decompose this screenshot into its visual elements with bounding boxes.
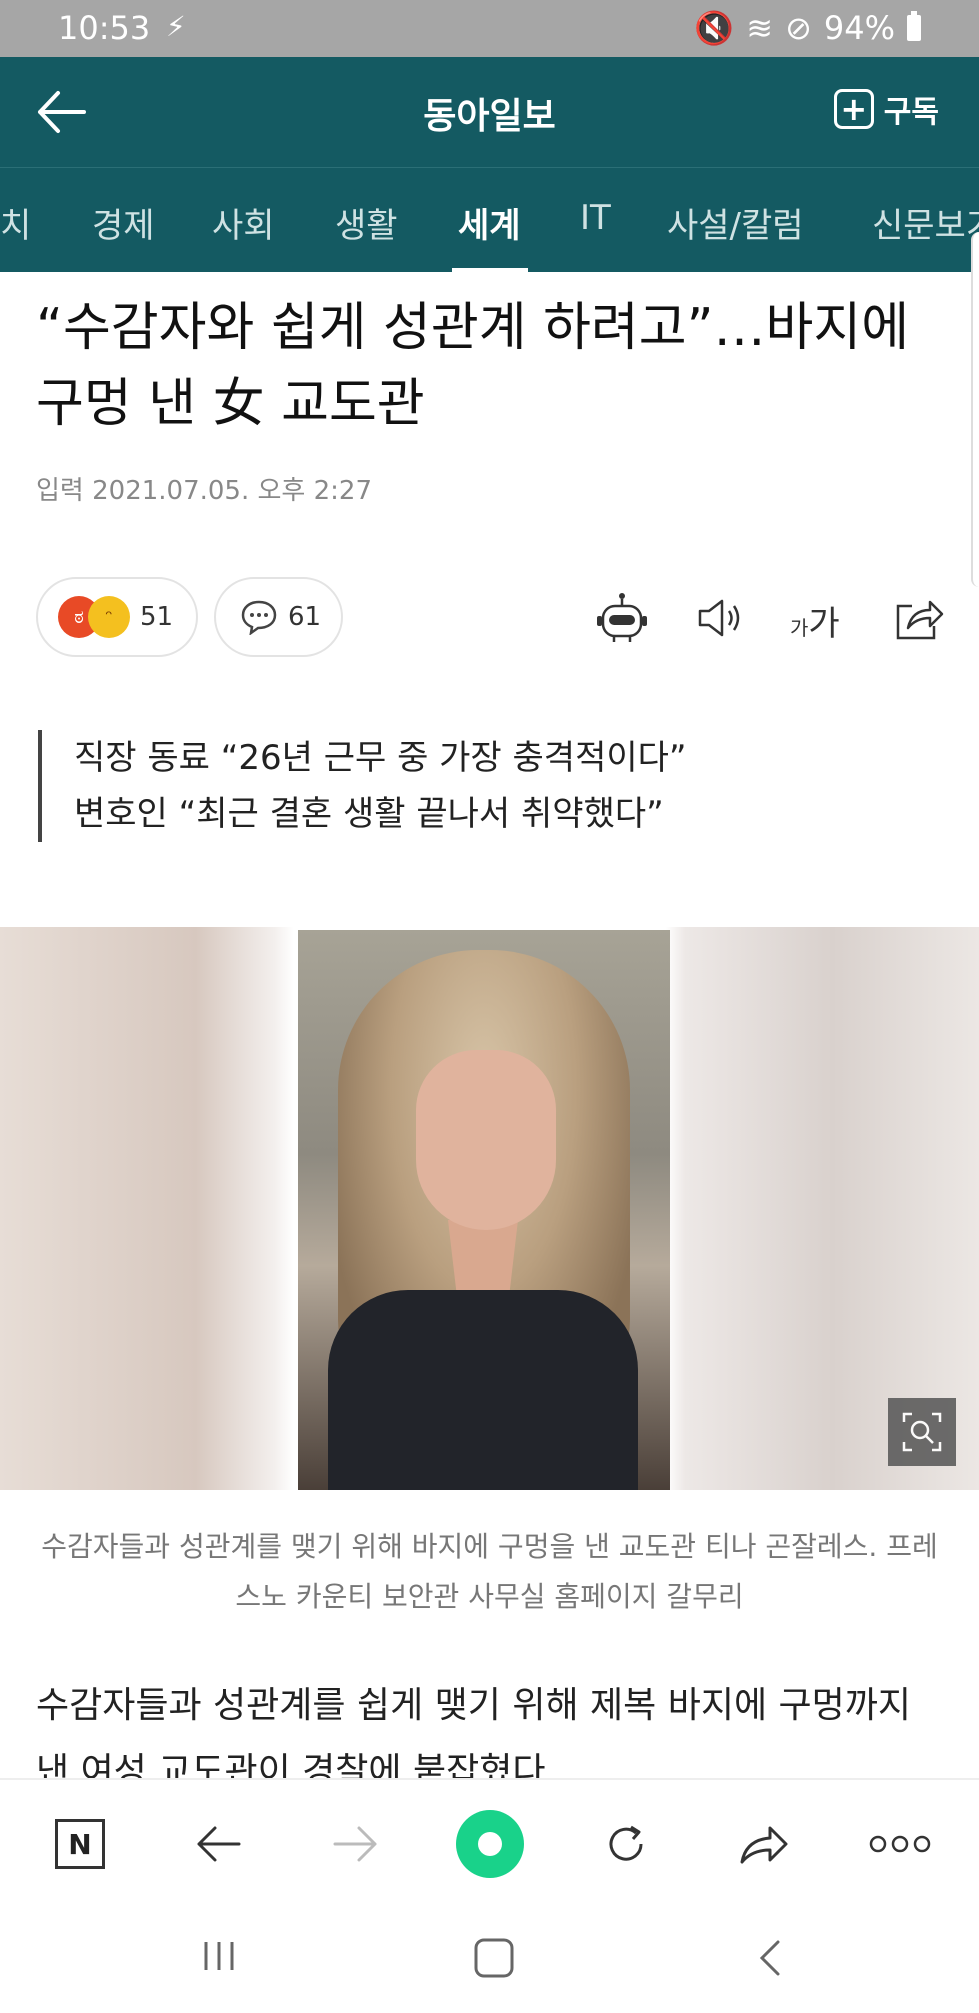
scroll-indicator[interactable] [971, 232, 979, 587]
listen-button[interactable] [692, 590, 748, 646]
browser-forward-button[interactable] [326, 1814, 386, 1874]
tab-world[interactable]: 세계 [458, 198, 521, 247]
wifi-icon: ≋ [746, 9, 774, 47]
home-square-icon [474, 1938, 514, 1978]
battery-level: 94% [823, 9, 895, 47]
plus-icon: + [833, 89, 874, 129]
arrow-left-icon [197, 1826, 241, 1862]
article-photo[interactable] [298, 930, 670, 1490]
browser-toolbar: N [0, 1778, 979, 1908]
browser-home-button[interactable] [456, 1810, 524, 1878]
subtitle-line: 변호인 “최근 결혼 생활 끝나서 취약했다” [74, 794, 664, 834]
summary-bot-button[interactable] [594, 590, 650, 646]
subscribe-button[interactable]: + 구독 [833, 87, 939, 131]
status-bar: 10:53 ⚡ 🔇 ≋ ⊘ 94% [0, 0, 979, 57]
photo-zoom-button[interactable] [888, 1398, 956, 1466]
more-menu-button[interactable] [868, 1814, 932, 1874]
browser-share-button[interactable] [734, 1814, 794, 1874]
laughing-face-icon: ᵔ [88, 596, 130, 638]
photo-caption: 수감자들과 성관계를 맺기 위해 바지에 구멍을 낸 교도관 티나 곤잘레스. … [41, 1530, 938, 1613]
refresh-button[interactable] [596, 1814, 656, 1874]
comment-button[interactable]: 61 [214, 577, 343, 657]
app-bar: 동아일보 + 구독 [0, 57, 979, 167]
naver-n-icon: N [55, 1819, 105, 1869]
home-button[interactable] [472, 1936, 516, 1984]
article-subtitle: 직장 동료 “26년 근무 중 가장 충격적이다” 변호인 “최근 결혼 생활 … [38, 730, 687, 842]
app-title: 동아일보 [423, 96, 556, 137]
photo-face [416, 1050, 556, 1230]
category-tabs: 치 경제 사회 생활 세계 IT 사설/칼럼 신문보기 [0, 167, 979, 272]
tab-it[interactable]: IT [580, 198, 611, 238]
recent-apps-button[interactable] [200, 1936, 240, 1980]
subtitle-line: 직장 동료 “26년 근무 중 가장 충격적이다” [74, 738, 687, 778]
recent-apps-icon [204, 1942, 234, 1970]
photo-clothing [328, 1290, 638, 1490]
zoom-icon [902, 1412, 942, 1452]
naver-button[interactable]: N [50, 1814, 110, 1874]
comment-count: 61 [288, 602, 322, 632]
notification-icon: ⚡ [166, 10, 186, 43]
status-icons: 🔇 ≋ ⊘ 94% [694, 9, 921, 47]
battery-icon [907, 11, 921, 41]
share-button[interactable] [890, 590, 946, 646]
article-headline: “수감자와 쉽게 성관계 하려고”…바지에 구멍 낸 女 교도관 [36, 298, 910, 434]
font-size-large-label: 가 [808, 604, 840, 644]
comment-icon [241, 600, 277, 635]
font-size-small-label: 가 [790, 616, 809, 640]
tab-politics[interactable]: 치 [0, 198, 31, 247]
subscribe-label: 구독 [883, 95, 939, 130]
refresh-icon [609, 1825, 643, 1861]
share-icon [896, 600, 944, 640]
green-dot-icon [456, 1810, 524, 1878]
status-time: 10:53 [58, 9, 151, 47]
mute-icon: 🔇 [694, 9, 735, 47]
system-back-button[interactable] [752, 1936, 792, 1984]
reaction-button[interactable]: ಠ ᵔ 51 [36, 577, 198, 657]
active-tab-indicator [452, 268, 528, 272]
tab-economy[interactable]: 경제 [92, 198, 155, 247]
chevron-left-icon [759, 1940, 780, 1976]
reaction-count: 51 [140, 602, 174, 632]
font-size-button[interactable]: 가가 [790, 596, 840, 645]
tab-newspaper[interactable]: 신문보기 [872, 198, 979, 247]
tab-opinion[interactable]: 사설/칼럼 [667, 198, 804, 247]
robot-icon [597, 593, 647, 642]
arrow-right-icon [333, 1826, 377, 1862]
tab-society[interactable]: 사회 [212, 198, 275, 247]
system-nav-bar [0, 1906, 979, 2013]
speaker-icon [698, 599, 740, 637]
do-not-disturb-icon: ⊘ [785, 9, 812, 47]
browser-back-button[interactable] [188, 1814, 248, 1874]
article-date: 입력 2021.07.05. 오후 2:27 [36, 476, 372, 506]
forward-share-icon [740, 1826, 788, 1864]
more-dots-icon [869, 1835, 931, 1853]
article-body: 수감자들과 성관계를 쉽게 맺기 위해 제복 바지에 구멍까지 낸 여성 교도관… [36, 1685, 911, 1783]
tab-life[interactable]: 생활 [335, 198, 398, 247]
